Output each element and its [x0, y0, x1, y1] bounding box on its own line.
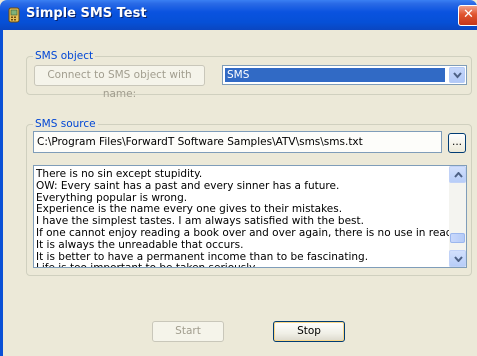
- browse-button[interactable]: ...: [448, 133, 466, 153]
- list-item[interactable]: Life is too important to be taken seriou…: [34, 263, 449, 267]
- sms-source-legend: SMS source: [33, 118, 98, 130]
- sms-source-path-field[interactable]: C:\Program Files\ForwardT Software Sampl…: [33, 131, 442, 153]
- sms-object-legend: SMS object: [33, 50, 96, 62]
- list-item[interactable]: There is no sin except stupidity.: [34, 169, 449, 181]
- scroll-down-icon[interactable]: [449, 250, 466, 267]
- start-button[interactable]: Start: [152, 321, 224, 342]
- sms-object-selected-value: SMS: [225, 68, 445, 82]
- stop-button[interactable]: Stop: [273, 321, 345, 342]
- close-button[interactable]: ✕: [458, 5, 477, 26]
- title-bar[interactable]: Simple SMS Test ✕: [0, 0, 477, 30]
- list-item[interactable]: It is always the unreadable that occurs.: [34, 240, 449, 252]
- list-item[interactable]: OW: Every saint has a past and every sin…: [34, 181, 449, 193]
- window-title: Simple SMS Test: [26, 6, 147, 21]
- sms-lines-listbox[interactable]: There is no sin except stupidity. OW: Eve…: [33, 165, 467, 268]
- sms-lines-list: There is no sin except stupidity. OW: Eve…: [34, 169, 449, 267]
- vertical-scrollbar[interactable]: [449, 166, 466, 267]
- list-item[interactable]: It is better to have a permanent income …: [34, 252, 449, 264]
- chevron-down-icon[interactable]: [449, 67, 465, 83]
- list-item[interactable]: If one cannot enjoy reading a book over …: [34, 228, 449, 240]
- scroll-up-icon[interactable]: [449, 166, 466, 183]
- scrollbar-thumb[interactable]: [450, 233, 465, 243]
- list-item[interactable]: I have the simplest tastes. I am always …: [34, 216, 449, 228]
- app-icon: [6, 7, 22, 23]
- connect-sms-object-button[interactable]: Connect to SMS object with name:: [34, 65, 205, 100]
- list-item[interactable]: Experience is the name every one gives t…: [34, 204, 449, 216]
- sms-object-select[interactable]: SMS: [222, 65, 467, 85]
- list-item[interactable]: Everything popular is wrong.: [34, 193, 449, 205]
